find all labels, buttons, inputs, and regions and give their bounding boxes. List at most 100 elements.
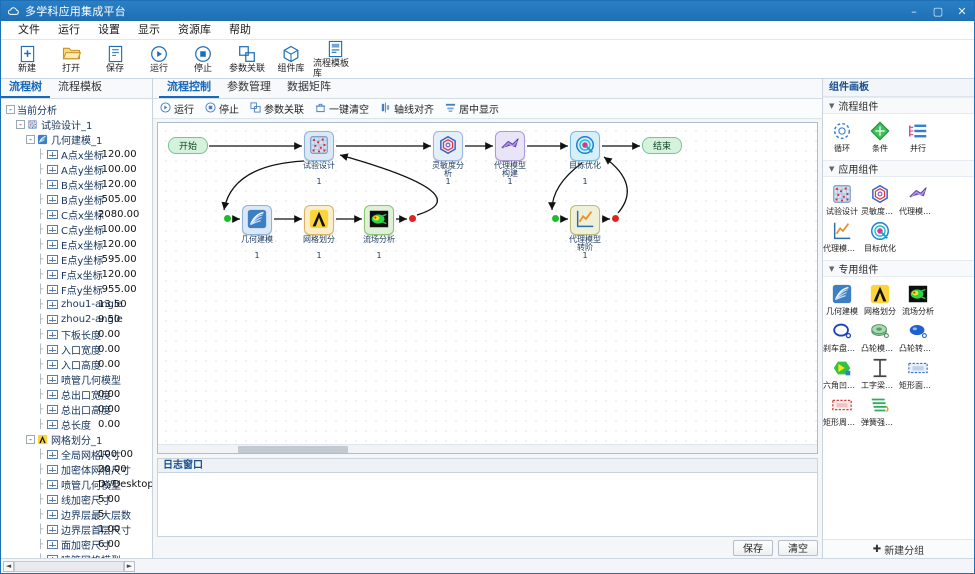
flow-node-cfd[interactable]: 流场分析 1	[363, 205, 402, 260]
canvas-run-button[interactable]: 运行	[157, 100, 200, 117]
ribbon-component-library-button[interactable]: 组件库	[269, 40, 313, 78]
tree-item[interactable]: - 几何建模_1	[3, 132, 152, 147]
palette-item[interactable]: 矩形周长...	[823, 392, 861, 429]
tree-item[interactable]: ├ B点x坐标 -120.00	[3, 177, 152, 192]
scroll-right-arrow[interactable]: ►	[124, 560, 135, 572]
menu-settings[interactable]: 设置	[89, 21, 129, 39]
port-in-surrogate2[interactable]	[552, 215, 559, 222]
flow-canvas[interactable]: 开始 结束 试验设计 1 几何建模 1 网格划分 1 流场分析 1 灵敏度分析 1 代理模型 构建 1 目标优…	[158, 123, 817, 453]
tree-item[interactable]: ├ 边界层首层尺寸 1.00	[3, 522, 152, 537]
ribbon-stop-button[interactable]: 停止	[181, 40, 225, 78]
tab-flow-tree[interactable]: 流程树	[1, 77, 50, 98]
palette-item[interactable]: 灵敏度分析	[861, 181, 899, 218]
tree-item[interactable]: ├ 总长度 0.00	[3, 417, 152, 432]
maximize-button[interactable]: ▢	[926, 1, 950, 21]
flow-node-geometry[interactable]: 几何建模 1	[241, 205, 280, 260]
palette-item[interactable]: 目标优化	[861, 218, 899, 255]
tree-item[interactable]: ├ 边界层最大层数 5	[3, 507, 152, 522]
palette-group-header[interactable]: ▼ 流程组件	[823, 97, 974, 114]
tree-item[interactable]: ├ C点y坐标 -100.00	[3, 222, 152, 237]
palette-item[interactable]: 试验设计	[823, 181, 861, 218]
tree-item[interactable]: ├ 全局网格尺寸 100.00	[3, 447, 152, 462]
log-clear-button[interactable]: 清空	[778, 539, 818, 556]
tree-item[interactable]: ├ A点y坐标 -100.00	[3, 162, 152, 177]
palette-group-header[interactable]: ▼ 应用组件	[823, 160, 974, 177]
ribbon-new-button[interactable]: 新建	[5, 40, 49, 78]
palette-item[interactable]: 并行	[899, 118, 937, 155]
palette-item[interactable]: 流场分析	[899, 281, 937, 318]
tree-item[interactable]: ├ 喷管几何模型	[3, 372, 152, 388]
tree-collapse-toggle[interactable]: -	[16, 120, 25, 129]
tree-item[interactable]: ├ 线加密尺寸 5.00	[3, 492, 152, 507]
menu-view[interactable]: 显示	[129, 21, 169, 39]
flow-start-node[interactable]: 开始	[168, 137, 208, 154]
tree-item[interactable]: ├ 入口宽度 0.00	[3, 342, 152, 357]
menu-resource-library[interactable]: 资源库	[169, 21, 220, 39]
palette-item[interactable]: 代理模型 ...	[899, 181, 937, 218]
palette-item[interactable]: 凸轮转动...	[899, 318, 937, 355]
tab-flow-template[interactable]: 流程模板	[50, 77, 110, 98]
palette-item[interactable]: 六角凹盘...	[823, 355, 861, 392]
menu-run[interactable]: 运行	[49, 21, 89, 39]
flow-canvas-container[interactable]: 开始 结束 试验设计 1 几何建模 1 网格划分 1 流场分析 1 灵敏度分析 1 代理模型 构建 1 目标优…	[157, 122, 818, 454]
scroll-left-arrow[interactable]: ◄	[3, 560, 14, 572]
palette-group-header[interactable]: ▼ 专用组件	[823, 260, 974, 277]
palette-item[interactable]: 条件	[861, 118, 899, 155]
tree-item[interactable]: ├ 面加密尺寸 6.00	[3, 537, 152, 552]
canvas-stop-button[interactable]: 停止	[202, 100, 245, 117]
palette-item[interactable]: 工字梁计算	[861, 355, 899, 392]
menu-file[interactable]: 文件	[9, 21, 49, 39]
flow-node-doe[interactable]: 试验设计 1	[303, 131, 342, 186]
tree-collapse-toggle[interactable]: -	[6, 105, 15, 114]
flow-end-node[interactable]: 结束	[642, 137, 682, 154]
menu-help[interactable]: 帮助	[220, 21, 260, 39]
tree-item[interactable]: ├ E点x坐标 -120.00	[3, 237, 152, 252]
tree-item[interactable]: ├ 入口高度 0.00	[3, 357, 152, 372]
canvas-link-params-button[interactable]: 参数关联	[247, 100, 310, 117]
palette-item[interactable]: 凸轮模型...	[861, 318, 899, 355]
log-output[interactable]	[157, 472, 818, 537]
palette-item[interactable]: 刹车盘热...	[823, 318, 861, 355]
left-scroll-thumb[interactable]	[14, 560, 124, 572]
flow-node-surrogate2[interactable]: 代理模型 转阶 1	[569, 205, 608, 260]
tree-item[interactable]: ├ zhou2-angle 9.50	[3, 312, 152, 327]
palette-item[interactable]: 网格划分	[861, 281, 899, 318]
flow-node-mesh[interactable]: 网格划分 1	[303, 205, 342, 260]
tree-item[interactable]: ├ E点y坐标 -595.00	[3, 252, 152, 267]
minimize-button[interactable]: –	[902, 1, 926, 21]
ribbon-run-button[interactable]: 运行	[137, 40, 181, 78]
canvas-scroll-thumb[interactable]	[238, 446, 348, 453]
port-out-cfd[interactable]	[409, 215, 416, 222]
tree-collapse-toggle[interactable]: -	[26, 435, 35, 444]
tree-item[interactable]: ├ C点x坐标 2080.00	[3, 207, 152, 222]
tree-item[interactable]: ├ zhou1-angle 13.50	[3, 297, 152, 312]
close-button[interactable]: ✕	[950, 1, 974, 21]
tree-item[interactable]: ├ 下板长度 0.00	[3, 327, 152, 342]
canvas-clear-all-button[interactable]: 一键清空	[312, 100, 375, 117]
ribbon-template-library-button[interactable]: 流程模板库	[313, 40, 357, 79]
flow-node-optim[interactable]: 目标优化 1	[569, 131, 608, 186]
tree-item[interactable]: - 试验设计_1	[3, 117, 152, 132]
ribbon-save-button[interactable]: 保存	[93, 40, 137, 78]
new-group-button[interactable]: ✚ 新建分组	[823, 539, 974, 558]
tree-item[interactable]: ├ B点y坐标 -505.00	[3, 192, 152, 207]
tree-item[interactable]: - 当前分析	[3, 102, 152, 117]
tab-param-manage[interactable]: 参数管理	[219, 77, 279, 98]
canvas-center-view-button[interactable]: 居中显示	[442, 100, 505, 117]
log-save-button[interactable]: 保存	[733, 539, 773, 556]
tree-item[interactable]: ├ A点x坐标 -120.00	[3, 147, 152, 162]
port-out-surrogate2[interactable]	[612, 215, 619, 222]
tree-collapse-toggle[interactable]: -	[26, 135, 35, 144]
ribbon-link-params-button[interactable]: 参数关联	[225, 40, 269, 78]
tree-item[interactable]: - 网格划分_1	[3, 432, 152, 447]
tree-item[interactable]: ├ 加密体网格尺寸 20.00	[3, 462, 152, 477]
tab-flow-control[interactable]: 流程控制	[159, 77, 219, 98]
flow-node-surrogate[interactable]: 代理模型 构建 1	[494, 131, 533, 186]
port-in-geometry[interactable]	[224, 215, 231, 222]
tree-item[interactable]: ├喷管几何模型D:/Desktop/...	[3, 477, 152, 492]
flow-tree[interactable]: - 当前分析 - 试验设计_1- 几何建模_1 ├ A点x坐标 -120.00 ├ A点y坐标 -1…	[1, 99, 152, 558]
palette-item[interactable]: 几何建模	[823, 281, 861, 318]
palette-item[interactable]: 代理模型 ...	[823, 218, 861, 255]
tree-item[interactable]: ├ 总出口高度 0.00	[3, 402, 152, 417]
flow-node-sens[interactable]: 灵敏度分析 1	[432, 131, 471, 186]
